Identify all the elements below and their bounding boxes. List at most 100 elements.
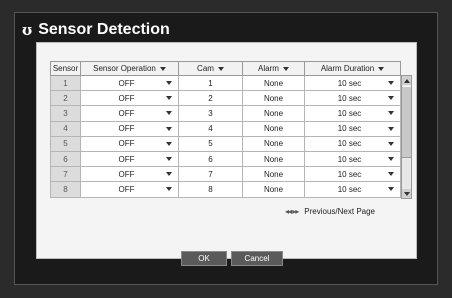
cancel-button[interactable]: Cancel xyxy=(231,251,283,266)
table-row: 7 OFF 7 None 10 sec xyxy=(50,166,401,183)
table-row: 1 OFF 1 None 10 sec xyxy=(50,74,401,92)
page-navigation[interactable]: ◂◂ ▸▸ Previous/Next Page xyxy=(285,207,375,216)
sensor-operation-select[interactable]: OFF xyxy=(80,90,179,107)
sensor-number: 5 xyxy=(50,135,81,152)
cam-cell[interactable]: 5 xyxy=(178,135,243,152)
sensor-number: 1 xyxy=(50,74,81,92)
alarm-duration-value: 10 sec xyxy=(337,169,362,179)
sensor-operation-select[interactable]: OFF xyxy=(80,74,179,92)
cam-cell[interactable]: 4 xyxy=(178,120,243,137)
alarm-duration-select[interactable]: 10 sec xyxy=(304,135,401,152)
alarm-cell[interactable]: None xyxy=(242,90,305,107)
alarm-duration-select[interactable]: 10 sec xyxy=(304,74,401,92)
dropdown-caret-icon xyxy=(166,81,172,86)
window-title: ʊ Sensor Detection xyxy=(22,21,170,39)
sensor-operation-select[interactable]: OFF xyxy=(80,150,179,168)
dropdown-caret-icon xyxy=(388,96,394,101)
sensor-operation-select[interactable]: OFF xyxy=(80,120,179,137)
sensor-panel: Sensor Sensor Operation Cam Alarm Alarm … xyxy=(36,42,417,259)
table-row: 6 OFF 6 None 10 sec xyxy=(50,150,401,168)
table-row: 5 OFF 5 None 10 sec xyxy=(50,135,401,152)
alarm-duration-select[interactable]: 10 sec xyxy=(304,120,401,137)
alarm-duration-select[interactable]: 10 sec xyxy=(304,166,401,183)
dropdown-caret-icon xyxy=(388,111,394,116)
table-row: 2 OFF 2 None 10 sec xyxy=(50,90,401,107)
sensor-operation-select[interactable]: OFF xyxy=(80,166,179,183)
sort-caret-icon xyxy=(159,66,166,71)
alarm-duration-value: 10 sec xyxy=(337,139,362,149)
scroll-thumb[interactable] xyxy=(402,86,411,158)
column-header-sensor: Sensor xyxy=(50,61,81,76)
alarm-cell[interactable]: None xyxy=(242,74,305,92)
dropdown-caret-icon xyxy=(166,187,172,192)
alarm-cell[interactable]: None xyxy=(242,181,305,198)
sensor-operation-value: OFF xyxy=(118,169,135,179)
alarm-cell[interactable]: None xyxy=(242,135,305,152)
arrow-up-icon xyxy=(403,78,410,83)
sensor-number: 7 xyxy=(50,166,81,183)
alarm-duration-select[interactable]: 10 sec xyxy=(304,150,401,168)
sensor-number: 4 xyxy=(50,120,81,137)
dropdown-caret-icon xyxy=(166,157,172,162)
sensor-operation-value: OFF xyxy=(118,93,135,103)
cam-cell[interactable]: 1 xyxy=(178,74,243,92)
dropdown-caret-icon xyxy=(388,157,394,162)
sensor-number: 3 xyxy=(50,105,81,122)
scroll-up-button[interactable] xyxy=(402,76,411,85)
dropdown-caret-icon xyxy=(388,187,394,192)
cam-cell[interactable]: 7 xyxy=(178,166,243,183)
sort-caret-icon xyxy=(217,66,224,71)
sensor-number: 8 xyxy=(50,181,81,198)
scroll-down-button[interactable] xyxy=(402,189,411,198)
alarm-cell[interactable]: None xyxy=(242,120,305,137)
alarm-duration-value: 10 sec xyxy=(337,93,362,103)
cam-cell[interactable]: 6 xyxy=(178,150,243,168)
dropdown-caret-icon xyxy=(166,111,172,116)
dropdown-caret-icon xyxy=(388,172,394,177)
dropdown-caret-icon xyxy=(388,141,394,146)
pager-label: Previous/Next Page xyxy=(304,207,375,216)
alarm-duration-value: 10 sec xyxy=(337,78,362,88)
sort-caret-icon xyxy=(282,66,289,71)
arrow-down-icon xyxy=(403,191,410,196)
dropdown-caret-icon xyxy=(166,141,172,146)
cam-cell[interactable]: 8 xyxy=(178,181,243,198)
page-title: Sensor Detection xyxy=(38,21,170,38)
app-logo-icon: ʊ xyxy=(22,21,33,39)
column-header-sensor-operation[interactable]: Sensor Operation xyxy=(80,61,179,76)
dropdown-caret-icon xyxy=(388,81,394,86)
sensor-operation-select[interactable]: OFF xyxy=(80,135,179,152)
alarm-duration-value: 10 sec xyxy=(337,184,362,194)
column-header-alarm[interactable]: Alarm xyxy=(242,61,305,76)
table-header-row: Sensor Sensor Operation Cam Alarm Alarm … xyxy=(50,61,401,76)
alarm-cell[interactable]: None xyxy=(242,166,305,183)
sensor-number: 6 xyxy=(50,150,81,168)
sort-caret-icon xyxy=(378,66,385,71)
dropdown-caret-icon xyxy=(166,96,172,101)
column-header-cam[interactable]: Cam xyxy=(178,61,243,76)
alarm-duration-value: 10 sec xyxy=(337,124,362,134)
sensor-operation-value: OFF xyxy=(118,184,135,194)
cam-cell[interactable]: 2 xyxy=(178,90,243,107)
column-header-alarm-duration[interactable]: Alarm Duration xyxy=(304,61,401,76)
sensor-operation-value: OFF xyxy=(118,154,135,164)
sensor-operation-select[interactable]: OFF xyxy=(80,105,179,122)
alarm-cell[interactable]: None xyxy=(242,150,305,168)
alarm-duration-value: 10 sec xyxy=(337,154,362,164)
cam-cell[interactable]: 3 xyxy=(178,105,243,122)
sensor-operation-value: OFF xyxy=(118,124,135,134)
dropdown-caret-icon xyxy=(388,126,394,131)
prev-next-arrows-icon[interactable]: ◂◂ ▸▸ xyxy=(285,207,299,216)
sensor-operation-select[interactable]: OFF xyxy=(80,181,179,198)
sensor-operation-value: OFF xyxy=(118,108,135,118)
table-scrollbar[interactable] xyxy=(401,75,412,199)
dropdown-caret-icon xyxy=(166,172,172,177)
sensor-number: 2 xyxy=(50,90,81,107)
table-row: 3 OFF 3 None 10 sec xyxy=(50,105,401,122)
alarm-duration-select[interactable]: 10 sec xyxy=(304,181,401,198)
ok-button[interactable]: OK xyxy=(181,251,227,266)
alarm-duration-select[interactable]: 10 sec xyxy=(304,90,401,107)
alarm-cell[interactable]: None xyxy=(242,105,305,122)
sensor-table: Sensor Sensor Operation Cam Alarm Alarm … xyxy=(50,61,401,198)
alarm-duration-select[interactable]: 10 sec xyxy=(304,105,401,122)
